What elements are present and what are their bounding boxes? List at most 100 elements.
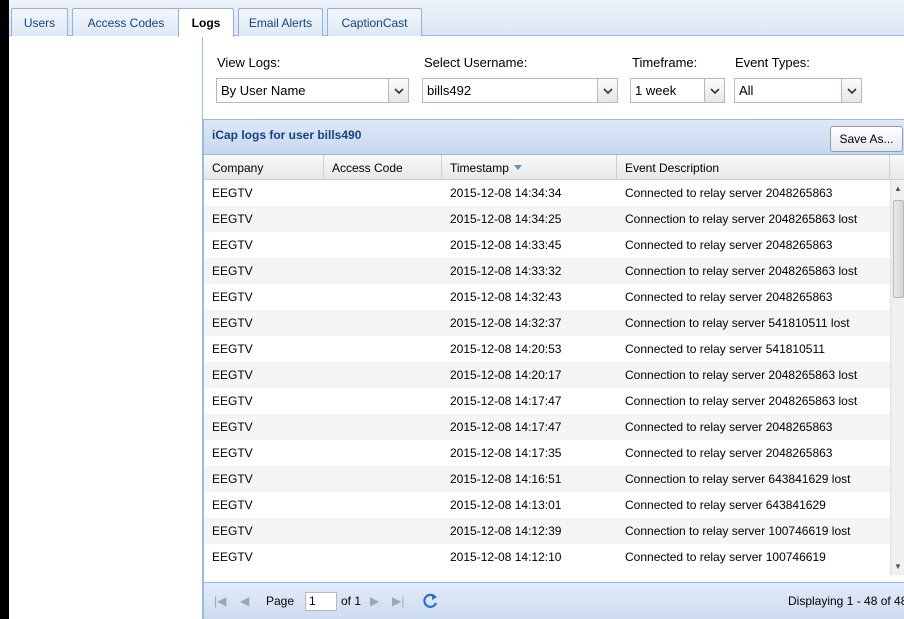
timeframe-select[interactable]: 1 week: [630, 78, 725, 103]
cell-timestamp: 2015-12-08 14:17:35: [450, 446, 562, 460]
chevron-down-icon[interactable]: [388, 79, 408, 102]
cell-company: EEGTV: [212, 264, 253, 278]
cell-event-description: Connected to relay server 541810511: [625, 342, 825, 356]
cell-event-description: Connected to relay server 2048265863: [625, 238, 833, 252]
cell-timestamp: 2015-12-08 14:17:47: [450, 420, 562, 434]
first-page-icon[interactable]: |◀: [214, 594, 226, 608]
tab-email-alerts[interactable]: Email Alerts: [238, 8, 323, 36]
cell-access-code: [332, 258, 442, 284]
cell-company: EEGTV: [212, 420, 253, 434]
table-row[interactable]: EEGTV 2015-12-08 14:34:34 Connected to rel…: [204, 180, 890, 206]
cell-timestamp: 2015-12-08 14:20:17: [450, 368, 562, 382]
tab-captioncast[interactable]: CaptionCast: [327, 8, 422, 36]
column-company[interactable]: Company: [204, 155, 324, 180]
table-row[interactable]: EEGTV 2015-12-08 14:33:32 Connection to re…: [204, 258, 890, 284]
page-count: of 1: [341, 594, 362, 608]
timeframe-value: 1 week: [635, 83, 677, 98]
username-label: Select Username:: [424, 55, 528, 70]
cell-company: EEGTV: [212, 524, 253, 538]
cell-access-code: [332, 206, 442, 232]
table-row[interactable]: EEGTV 2015-12-08 14:33:45 Connected to rel…: [204, 232, 890, 258]
table-row[interactable]: EEGTV 2015-12-08 14:34:25 Connection to re…: [204, 206, 890, 232]
cell-event-description: Connection to relay server 2048265863 lo…: [625, 394, 858, 408]
cell-timestamp: 2015-12-08 14:33:32: [450, 264, 562, 278]
cell-event-description: Connection to relay server 643841629 los…: [625, 472, 851, 486]
cell-access-code: [332, 492, 442, 518]
cell-event-description: Connection to relay server 2048265863 lo…: [625, 264, 858, 278]
vertical-scrollbar[interactable]: ▲ ▼: [890, 180, 904, 575]
refresh-icon[interactable]: [420, 591, 440, 611]
view-logs-select[interactable]: By User Name: [216, 78, 409, 103]
table-row[interactable]: EEGTV 2015-12-08 14:12:39 Connection to re…: [204, 518, 890, 544]
table-row[interactable]: EEGTV 2015-12-08 14:17:47 Connected to rel…: [204, 414, 890, 440]
next-page-icon[interactable]: ▶: [370, 594, 379, 608]
username-value: bills492: [427, 83, 472, 98]
displaying-count: Displaying 1 - 48 of 48: [788, 594, 904, 608]
tab-label: Email Alerts: [248, 15, 313, 30]
cell-timestamp: 2015-12-08 14:20:53: [450, 342, 562, 356]
chevron-down-icon[interactable]: [597, 79, 617, 102]
last-page-icon[interactable]: ▶|: [392, 594, 404, 608]
cell-access-code: [332, 180, 442, 206]
table-row[interactable]: EEGTV 2015-12-08 14:16:51 Connection to re…: [204, 466, 890, 492]
cell-timestamp: 2015-12-08 14:34:34: [450, 186, 562, 200]
tab-access-codes[interactable]: Access Codes: [72, 8, 180, 36]
cell-event-description: Connected to relay server 2048265863: [625, 446, 833, 460]
scroll-down-icon[interactable]: ▼: [894, 562, 902, 571]
column-label: Timestamp: [450, 160, 509, 175]
column-event-description[interactable]: Event Description: [617, 155, 890, 180]
table-row[interactable]: EEGTV 2015-12-08 14:20:17 Connection to re…: [204, 362, 890, 388]
tab-strip: Users Access Codes Logs Email Alerts Cap…: [9, 0, 904, 37]
scrollbar-thumb[interactable]: [893, 200, 904, 298]
cell-event-description: Connected to relay server 2048265863: [625, 290, 833, 304]
prev-page-icon[interactable]: ◀: [240, 594, 249, 608]
table-row[interactable]: EEGTV 2015-12-08 14:32:37 Connection to re…: [204, 310, 890, 336]
cell-access-code: [332, 388, 442, 414]
cell-event-description: Connected to relay server 100746619: [625, 550, 826, 564]
cell-timestamp: 2015-12-08 14:32:37: [450, 316, 562, 330]
table-row[interactable]: EEGTV 2015-12-08 14:13:01 Connected to rel…: [204, 492, 890, 518]
tab-label: Users: [23, 15, 56, 30]
cell-timestamp: 2015-12-08 14:33:45: [450, 238, 562, 252]
tab-label: Access Codes: [87, 15, 165, 30]
event-types-select[interactable]: All: [734, 78, 862, 103]
cell-company: EEGTV: [212, 342, 253, 356]
cell-access-code: [332, 544, 442, 570]
page-number-input[interactable]: 1: [305, 592, 337, 611]
table-row[interactable]: EEGTV 2015-12-08 14:17:35 Connected to rel…: [204, 440, 890, 466]
column-label: Access Code: [332, 160, 403, 175]
cell-access-code: [332, 336, 442, 362]
cell-company: EEGTV: [212, 186, 253, 200]
cell-access-code: [332, 310, 442, 336]
grid-rows: EEGTV 2015-12-08 14:34:34 Connected to rel…: [204, 180, 890, 575]
column-timestamp[interactable]: Timestamp: [442, 155, 617, 180]
paging-toolbar: |◀ ◀ Page 1 of 1 ▶ ▶| Displaying 1 - 48 …: [204, 582, 904, 619]
timeframe-label: Timeframe:: [632, 55, 698, 70]
cell-event-description: Connected to relay server 2048265863: [625, 420, 833, 434]
cell-company: EEGTV: [212, 472, 253, 486]
username-select[interactable]: bills492: [422, 78, 618, 103]
cell-company: EEGTV: [212, 316, 253, 330]
table-row[interactable]: EEGTV 2015-12-08 14:17:47 Connection to re…: [204, 388, 890, 414]
view-logs-value: By User Name: [221, 83, 306, 98]
chevron-down-icon[interactable]: [704, 79, 724, 102]
cell-timestamp: 2015-12-08 14:32:43: [450, 290, 562, 304]
table-row[interactable]: EEGTV 2015-12-08 14:20:53 Connected to rel…: [204, 336, 890, 362]
cell-company: EEGTV: [212, 368, 253, 382]
tab-users[interactable]: Users: [11, 8, 68, 36]
cell-company: EEGTV: [212, 394, 253, 408]
table-row[interactable]: EEGTV 2015-12-08 14:12:10 Connected to rel…: [204, 544, 890, 570]
cell-event-description: Connected to relay server 2048265863: [625, 186, 833, 200]
cell-company: EEGTV: [212, 446, 253, 460]
scroll-up-icon[interactable]: ▲: [894, 184, 902, 193]
tab-logs[interactable]: Logs: [178, 8, 234, 37]
window-edge: [0, 0, 9, 619]
grid-title: iCap logs for user bills490: [212, 128, 362, 142]
chevron-down-icon[interactable]: [841, 79, 861, 102]
cell-timestamp: 2015-12-08 14:17:47: [450, 394, 562, 408]
save-as-button[interactable]: Save As...: [830, 126, 903, 152]
table-row[interactable]: EEGTV 2015-12-08 14:32:43 Connected to rel…: [204, 284, 890, 310]
cell-access-code: [332, 414, 442, 440]
column-access-code[interactable]: Access Code: [324, 155, 442, 180]
cell-timestamp: 2015-12-08 14:34:25: [450, 212, 562, 226]
